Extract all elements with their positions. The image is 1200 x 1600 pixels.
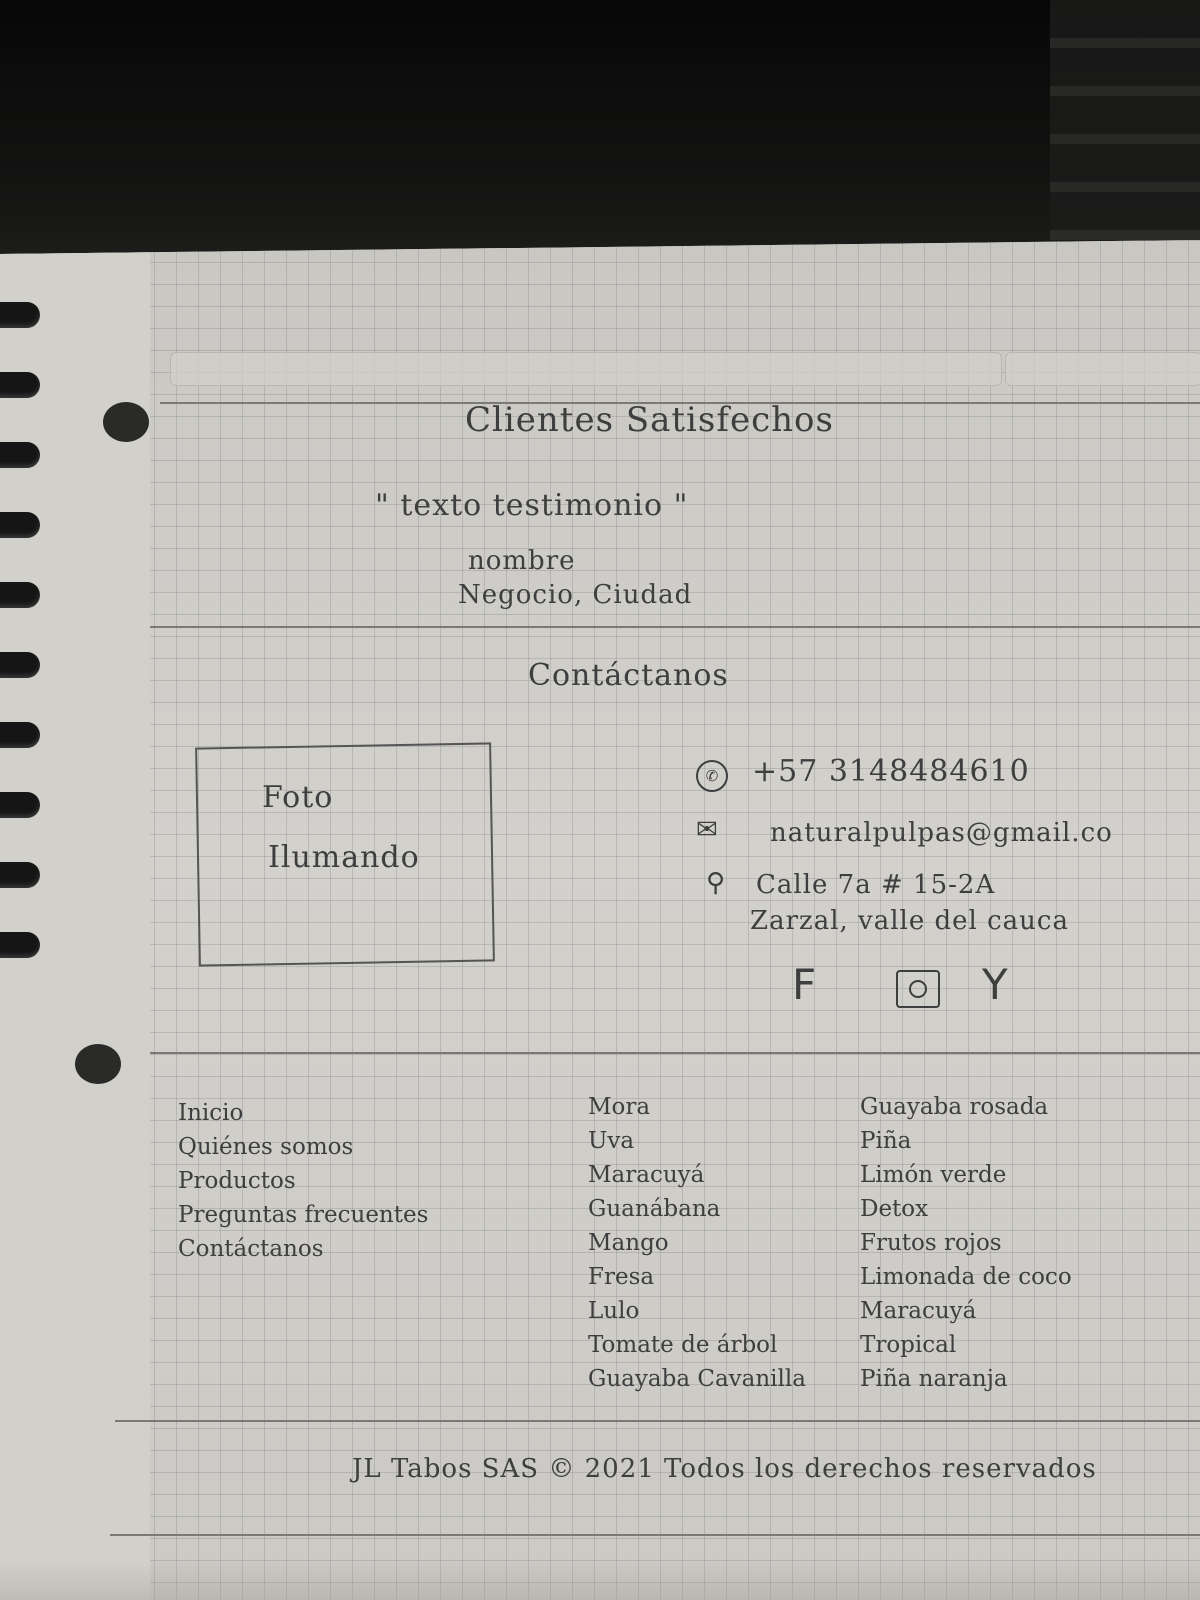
testimonial-business: Negocio, Ciudad: [458, 580, 693, 610]
list-item[interactable]: Piña: [860, 1124, 1072, 1158]
spiral-ring: [0, 932, 40, 958]
contact-address: Calle 7a # 15-2A: [756, 870, 996, 900]
section-divider: [110, 1534, 1200, 1536]
list-item[interactable]: Maracuyá: [860, 1294, 1072, 1328]
list-item[interactable]: Mango: [588, 1226, 806, 1260]
list-item[interactable]: Fresa: [588, 1260, 806, 1294]
list-item[interactable]: Uva: [588, 1124, 806, 1158]
list-item[interactable]: Maracuyá: [588, 1158, 806, 1192]
list-item[interactable]: Tomate de árbol: [588, 1328, 806, 1362]
photo-label: Ilumando: [268, 840, 420, 875]
testimonial-name: nombre: [468, 546, 576, 576]
spiral-ring: [0, 442, 40, 468]
facebook-icon[interactable]: F: [792, 960, 816, 1009]
list-item[interactable]: Piña naranja: [860, 1362, 1072, 1396]
section-divider: [115, 1420, 1200, 1422]
spiral-ring: [0, 302, 40, 328]
spiral-ring: [0, 722, 40, 748]
youtube-icon[interactable]: Y: [982, 960, 1008, 1009]
list-item[interactable]: Limonada de coco: [860, 1260, 1072, 1294]
list-item[interactable]: Guayaba Cavanilla: [588, 1362, 806, 1396]
whatsapp-icon: ✆: [696, 760, 728, 792]
section-divider: [150, 1052, 1200, 1054]
instagram-icon[interactable]: [896, 970, 940, 1008]
list-item[interactable]: Mora: [588, 1090, 806, 1124]
section-divider: [150, 626, 1200, 628]
spiral-ring: [0, 792, 40, 818]
spiral-ring: [0, 372, 40, 398]
copyright-text: JL Tabos SAS © 2021 Todos los derechos r…: [352, 1454, 1097, 1484]
notebook-sheet: Clientes Satisfechos " texto testimonio …: [0, 240, 1200, 1600]
footer-link-preguntas[interactable]: Preguntas frecuentes: [178, 1198, 428, 1232]
sketch-header-bar: [170, 352, 1002, 386]
footer-nav-list: Inicio Quiénes somos Productos Preguntas…: [178, 1096, 428, 1266]
mail-icon: ✉: [696, 815, 718, 845]
spiral-ring: [0, 652, 40, 678]
contact-title: Contáctanos: [528, 658, 729, 693]
list-item[interactable]: Limón verde: [860, 1158, 1072, 1192]
dark-background: [0, 0, 1200, 270]
list-item[interactable]: Guayaba rosada: [860, 1090, 1072, 1124]
list-item[interactable]: Frutos rojos: [860, 1226, 1072, 1260]
background-object: [1050, 0, 1200, 250]
testimonial-quote: " texto testimonio ": [375, 488, 689, 523]
footer-link-inicio[interactable]: Inicio: [178, 1096, 428, 1130]
list-item[interactable]: Guanábana: [588, 1192, 806, 1226]
spiral-ring: [0, 512, 40, 538]
contact-email: naturalpulpas@gmail.co: [770, 818, 1113, 848]
contact-phone: +57 3148484610: [752, 754, 1030, 789]
location-pin-icon: ⚲: [706, 868, 726, 898]
list-item[interactable]: Detox: [860, 1192, 1072, 1226]
punch-hole: [75, 1044, 121, 1084]
list-item[interactable]: Tropical: [860, 1328, 1072, 1362]
footer-link-contactanos[interactable]: Contáctanos: [178, 1232, 428, 1266]
testimonials-title: Clientes Satisfechos: [465, 400, 834, 440]
footer-link-quienes-somos[interactable]: Quiénes somos: [178, 1130, 428, 1164]
photo-label: Foto: [262, 780, 334, 815]
footer-link-productos[interactable]: Productos: [178, 1164, 428, 1198]
footer-fruits-list: Mora Uva Maracuyá Guanábana Mango Fresa …: [588, 1090, 806, 1396]
sheet-shadow: [0, 1560, 1200, 1600]
spiral-ring: [0, 862, 40, 888]
list-item[interactable]: Lulo: [588, 1294, 806, 1328]
spiral-ring: [0, 582, 40, 608]
footer-combos-list: Guayaba rosada Piña Limón verde Detox Fr…: [860, 1090, 1072, 1396]
punch-hole: [103, 402, 149, 442]
contact-address: Zarzal, valle del cauca: [750, 906, 1069, 936]
sketch-header-bar: [1005, 352, 1200, 386]
